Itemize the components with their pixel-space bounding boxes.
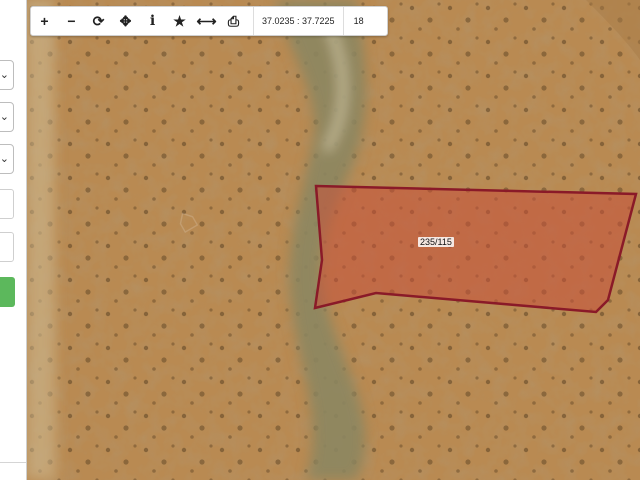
zoom-in-icon: + <box>40 13 49 29</box>
zoom-in-button[interactable]: + <box>31 7 58 35</box>
measure-button[interactable]: ⟷ <box>193 7 220 35</box>
sidebar-select-3[interactable]: ⌄ <box>0 144 14 174</box>
sidebar-input-2[interactable] <box>0 232 14 262</box>
zoom-out-icon: − <box>67 13 76 29</box>
info-icon: i <box>149 13 156 29</box>
satellite-map[interactable]: ⌂ <box>26 0 640 480</box>
chevron-down-icon: ⌄ <box>0 111 9 123</box>
favorite-button[interactable]: ★ <box>166 7 193 35</box>
refresh-icon: ⟳ <box>92 12 105 29</box>
locate-icon: ✥ <box>119 12 132 29</box>
zoom-level: 18 <box>353 16 364 26</box>
sidebar-select-2[interactable]: ⌄ <box>0 102 14 132</box>
zoom-out-button[interactable]: − <box>58 7 85 35</box>
coordinates-readout: 37.0235 : 37.7225 <box>253 7 344 35</box>
parcel-polygon[interactable] <box>313 184 638 314</box>
chevron-down-icon: ⌄ <box>0 153 9 165</box>
locate-button[interactable]: ✥ <box>112 7 139 35</box>
info-button[interactable]: i <box>139 7 166 35</box>
favorite-icon: ★ <box>173 12 186 29</box>
satellite-imagery <box>26 0 640 480</box>
sidebar-panel: ⌄ ⌄ ⌄ <box>0 0 27 480</box>
sidebar-search-button[interactable] <box>0 277 15 307</box>
print-button[interactable]: ⎙ <box>220 7 247 35</box>
sidebar-input-1[interactable] <box>0 189 14 219</box>
chevron-down-icon: ⌄ <box>0 69 9 81</box>
refresh-button[interactable]: ⟳ <box>85 7 112 35</box>
sidebar-select-1[interactable]: ⌄ <box>0 60 14 90</box>
measure-icon: ⟷ <box>196 12 217 29</box>
parcel-label: 235/115 <box>418 237 454 247</box>
print-icon: ⎙ <box>227 12 240 29</box>
sidebar-divider <box>0 462 26 463</box>
map-toolbar: + − ⟳ ✥ i ★ ⟷ ⎙ 37.0235 : 37.7225 18 <box>30 6 388 36</box>
